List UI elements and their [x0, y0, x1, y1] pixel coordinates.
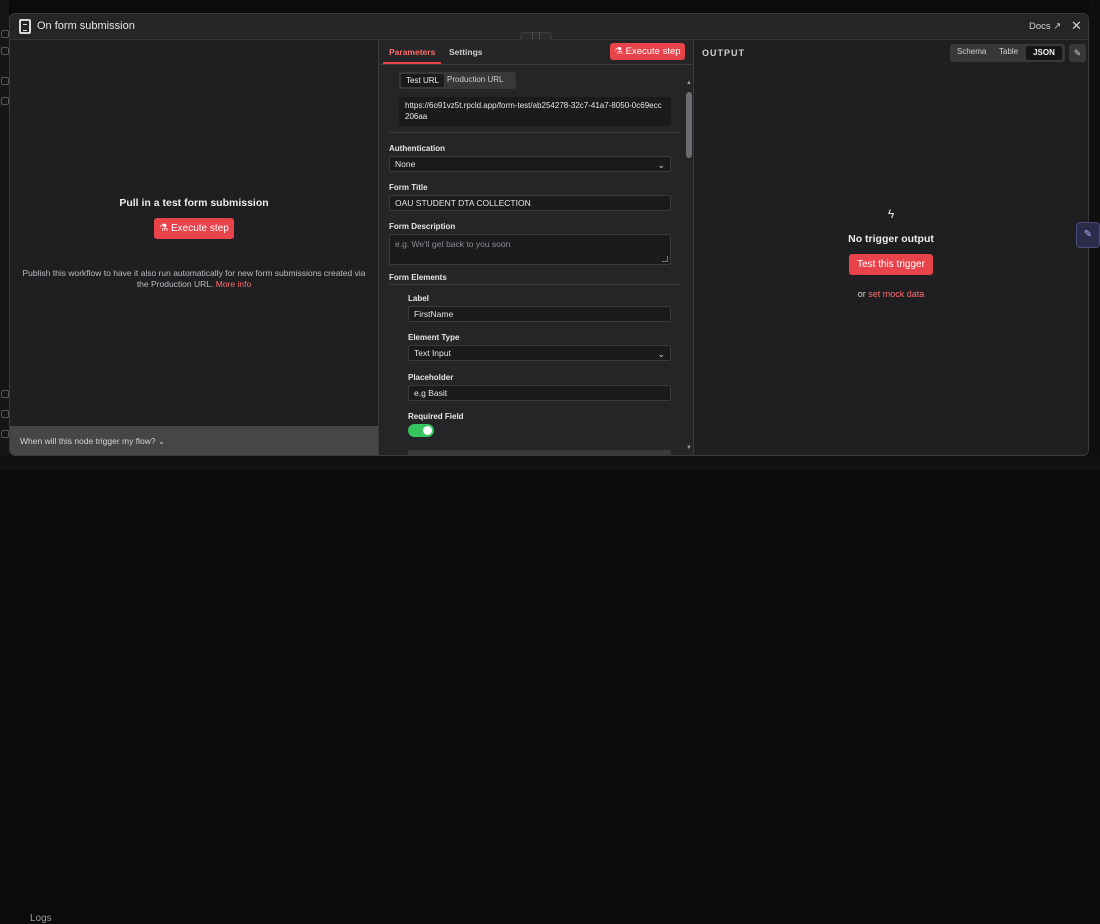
- view-table[interactable]: Table: [999, 47, 1018, 56]
- input-panel: Pull in a test form submission ⚗ Execute…: [10, 40, 378, 455]
- form-icon: [19, 19, 31, 34]
- form-elements-label: Form Elements: [389, 273, 447, 282]
- form-description-placeholder: e.g. We'll get back to you soon: [395, 239, 511, 249]
- authentication-select[interactable]: None ⌄: [389, 156, 671, 172]
- view-schema[interactable]: Schema: [957, 47, 986, 56]
- element-type-select[interactable]: Text Input ⌄: [408, 345, 671, 361]
- output-view-switcher: Schema Table JSON: [950, 44, 1065, 62]
- output-title: OUTPUT: [702, 48, 745, 58]
- form-elements-divider: [389, 284, 681, 285]
- modal-title[interactable]: On form submission: [37, 20, 135, 32]
- parameters-scrollbar[interactable]: ▲ ▼: [685, 80, 693, 455]
- node-details-modal: On form submission Docs ↗ ✕ ⋮⋮ Pull in a…: [9, 13, 1089, 456]
- element-label-value: FirstName: [414, 309, 454, 319]
- execute-step-button[interactable]: ⚗ Execute step: [610, 43, 685, 60]
- element-label-input[interactable]: FirstName: [408, 306, 671, 322]
- tab-parameters[interactable]: Parameters: [389, 47, 435, 57]
- sidebar-panel-icon[interactable]: [1, 47, 9, 55]
- docs-link[interactable]: Docs ↗: [1029, 21, 1061, 32]
- trigger-info-toggle[interactable]: When will this node trigger my flow? ⌄: [20, 436, 165, 447]
- test-trigger-button[interactable]: Test this trigger: [849, 254, 933, 275]
- production-url-tab[interactable]: Production URL: [447, 75, 503, 84]
- or-text: or: [857, 289, 866, 299]
- sidebar-stats-icon[interactable]: [1, 410, 9, 418]
- scroll-down-icon[interactable]: ▼: [685, 445, 693, 451]
- element-type-value: Text Input: [414, 348, 451, 358]
- set-mock-data-link[interactable]: set mock data: [868, 289, 924, 299]
- no-output-title: No trigger output: [848, 233, 934, 245]
- output-panel: OUTPUT Schema Table JSON ✎ ϟ No trigger …: [694, 40, 1088, 455]
- mock-data-line: or set mock data: [694, 289, 1088, 299]
- parameters-panel: Parameters Settings ⚗ Execute step Test …: [378, 40, 694, 455]
- form-title-input[interactable]: OAU STUDENT DTA COLLECTION: [389, 195, 671, 211]
- chevron-down-icon: ⌄: [657, 160, 665, 170]
- tabs-divider: [379, 64, 693, 65]
- input-execute-step-button[interactable]: ⚗ Execute step: [154, 218, 234, 239]
- element-label-label: Label: [408, 294, 429, 303]
- bolt-icon: ϟ: [887, 207, 895, 221]
- form-title-value: OAU STUDENT DTA COLLECTION: [395, 198, 531, 208]
- required-field-label: Required Field: [408, 412, 464, 421]
- sidebar-search-icon[interactable]: [1, 30, 9, 38]
- tab-settings[interactable]: Settings: [449, 47, 483, 57]
- webhook-url[interactable]: https://6o91vz5t.rpcld.app/form-test/ab2…: [399, 97, 671, 126]
- logs-label[interactable]: Logs: [30, 913, 52, 924]
- next-element-field[interactable]: [408, 450, 671, 455]
- form-title-label: Form Title: [389, 183, 428, 192]
- sticky-note-icon[interactable]: ✎: [1076, 222, 1100, 248]
- pencil-icon[interactable]: ✎: [1069, 44, 1086, 62]
- scrollbar-thumb[interactable]: [686, 92, 692, 158]
- publish-hint: Publish this workflow to have it also ru…: [20, 268, 368, 290]
- trigger-info-bar[interactable]: When will this node trigger my flow? ⌄: [10, 426, 378, 455]
- test-url-tab[interactable]: Test URL: [401, 74, 444, 87]
- background-sidebar: [0, 0, 9, 470]
- placeholder-label: Placeholder: [408, 373, 454, 382]
- scroll-up-icon[interactable]: ▲: [685, 80, 693, 86]
- resize-handle-icon[interactable]: [662, 256, 668, 262]
- authentication-label: Authentication: [389, 144, 445, 153]
- sidebar-home-icon[interactable]: [1, 77, 9, 85]
- authentication-value: None: [395, 159, 416, 169]
- element-type-label: Element Type: [408, 333, 460, 342]
- form-description-textarea[interactable]: e.g. We'll get back to you soon: [389, 234, 671, 265]
- form-description-label: Form Description: [389, 222, 456, 231]
- required-field-toggle[interactable]: [408, 424, 434, 437]
- sidebar-help-icon[interactable]: [1, 390, 9, 398]
- view-json[interactable]: JSON: [1026, 46, 1062, 60]
- more-info-link[interactable]: More info: [216, 279, 251, 289]
- background-logs-bar: Logs: [0, 456, 1100, 924]
- url-divider: [389, 132, 681, 133]
- sidebar-settings-icon[interactable]: [1, 430, 9, 438]
- publish-text: Publish this workflow to have it also ru…: [22, 268, 366, 289]
- toggle-knob: [423, 426, 432, 435]
- placeholder-value: e.g Basit: [414, 388, 448, 398]
- close-icon[interactable]: ✕: [1071, 18, 1082, 34]
- sidebar-box-icon[interactable]: [1, 97, 9, 105]
- input-heading: Pull in a test form submission: [119, 197, 269, 209]
- placeholder-input[interactable]: e.g Basit: [408, 385, 671, 401]
- url-type-toggle: Test URL Production URL: [399, 72, 516, 89]
- chevron-down-icon: ⌄: [657, 349, 665, 359]
